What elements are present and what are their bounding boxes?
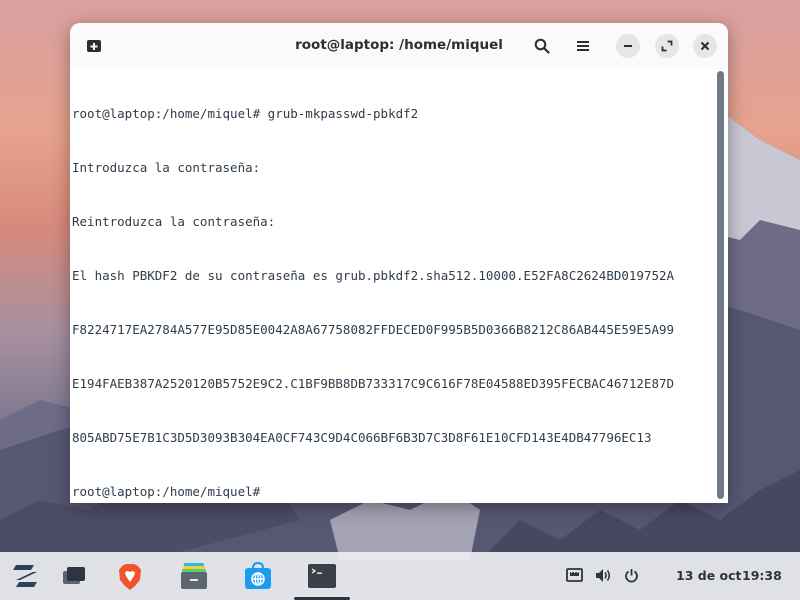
terminal-taskbar-button[interactable] bbox=[307, 563, 337, 589]
window-titlebar[interactable]: root@laptop: /home/miquel bbox=[70, 23, 728, 69]
terminal-line: F8224717EA2784A577E95D85E0042A8A67758082… bbox=[72, 322, 675, 337]
new-tab-button[interactable] bbox=[82, 34, 106, 58]
terminal-prompt: root@laptop:/home/miquel# bbox=[72, 484, 261, 499]
search-button[interactable] bbox=[530, 34, 554, 58]
terminal-line: E194FAEB387A2520120B5752E9C2.C1BF9BB8DB7… bbox=[72, 376, 675, 391]
brave-browser-icon bbox=[119, 564, 141, 590]
terminal-output[interactable]: root@laptop:/home/miquel# grub-mkpasswd-… bbox=[70, 69, 716, 503]
terminal-line: 805ABD75E7B1C3D5D3093B304EA0CF743C9D4C06… bbox=[72, 430, 652, 445]
software-store-icon bbox=[245, 562, 271, 589]
minimize-icon bbox=[624, 45, 632, 47]
terminal-window: root@laptop: /home/miquel root@laptop:/h… bbox=[70, 23, 728, 503]
terminal-line: root@laptop:/home/miquel# grub-mkpasswd-… bbox=[72, 106, 419, 121]
wired-network-icon bbox=[566, 568, 583, 582]
brave-browser-button[interactable] bbox=[117, 563, 143, 591]
taskbar: 13 de oct 19:38 bbox=[0, 552, 800, 600]
menu-button[interactable] bbox=[571, 34, 595, 58]
search-icon bbox=[534, 38, 550, 54]
terminal-line: Reintroduzca la contraseña: bbox=[72, 214, 276, 229]
minimize-button[interactable] bbox=[616, 34, 640, 58]
terminal-line: Introduzca la contraseña: bbox=[72, 160, 261, 175]
power-icon bbox=[625, 569, 638, 583]
terminal-scrollbar[interactable] bbox=[717, 71, 724, 499]
close-icon bbox=[700, 41, 710, 51]
files-button[interactable] bbox=[180, 562, 208, 590]
close-button[interactable] bbox=[693, 34, 717, 58]
network-status-button[interactable] bbox=[566, 568, 583, 582]
volume-icon bbox=[596, 569, 611, 582]
date-label[interactable]: 13 de oct bbox=[676, 568, 742, 583]
new-tab-icon bbox=[87, 40, 101, 52]
terminal-line: El hash PBKDF2 de su contraseña es grub.… bbox=[72, 268, 675, 283]
zorin-menu-button[interactable] bbox=[10, 563, 40, 589]
terminal-icon bbox=[308, 564, 336, 588]
time-label[interactable]: 19:38 bbox=[742, 568, 782, 583]
maximize-button[interactable] bbox=[655, 34, 679, 58]
volume-button[interactable] bbox=[595, 568, 612, 583]
files-icon bbox=[181, 563, 207, 589]
power-button[interactable] bbox=[624, 568, 639, 583]
workspaces-icon bbox=[63, 567, 85, 584]
hamburger-menu-icon bbox=[577, 41, 589, 51]
maximize-icon bbox=[661, 40, 673, 52]
zorin-menu-icon bbox=[13, 565, 37, 587]
workspaces-button[interactable] bbox=[62, 566, 86, 586]
software-store-button[interactable] bbox=[243, 562, 273, 590]
